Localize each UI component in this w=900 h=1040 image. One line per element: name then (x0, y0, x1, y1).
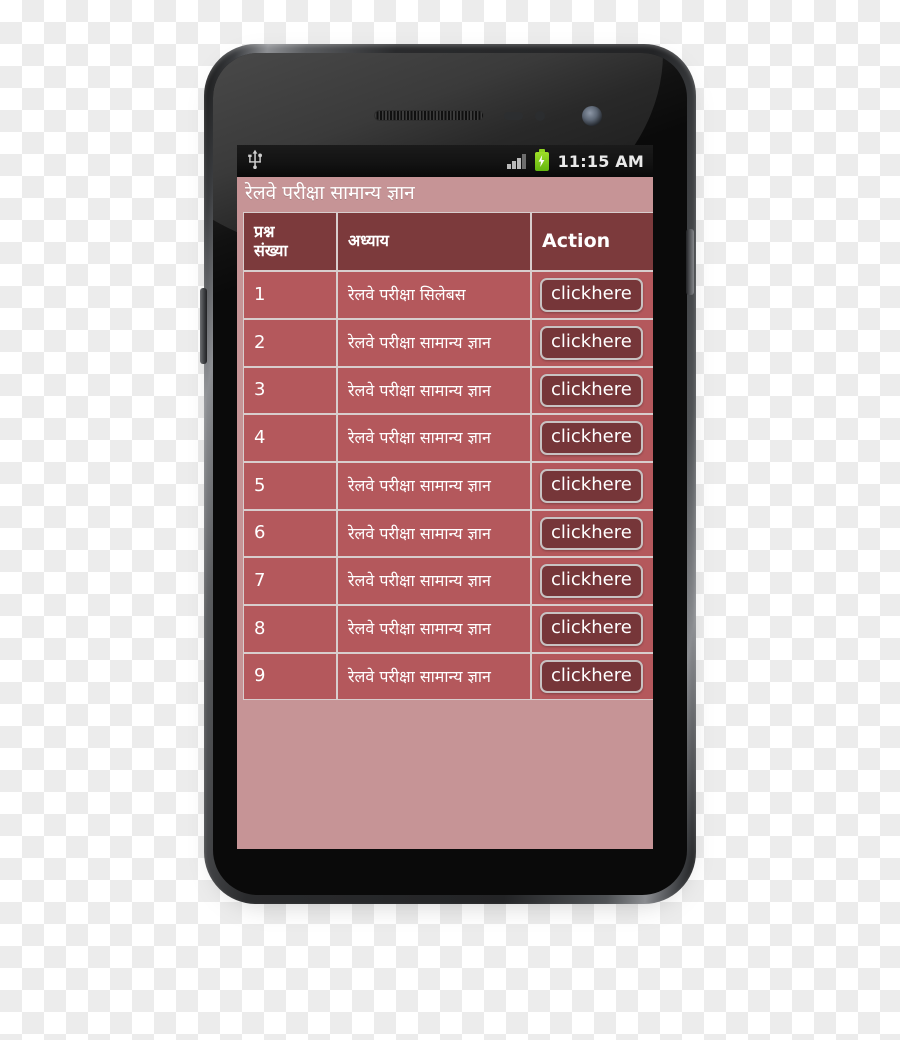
cell-action: clickhere (531, 366, 653, 415)
column-header-action: Action (531, 211, 653, 272)
cell-question-number: 4 (243, 414, 337, 462)
clickhere-button[interactable]: clickhere (540, 325, 643, 360)
column-header-question-number: प्रश्न संख्या (243, 211, 337, 272)
table-body: 1 रेलवे परीक्षा सिलेबस clickhere 2 रेलवे परी… (243, 271, 653, 701)
cell-question-number: 7 (243, 557, 337, 605)
header-num-line-2: संख्या (254, 240, 288, 260)
power-button[interactable] (686, 229, 694, 295)
phone-screen: 11:15 AM रेलवे परीक्षा सामान्य ज्ञान प्र… (237, 145, 653, 849)
table-row: 5 रेलवे परीक्षा सामान्य ज्ञान clickhere (243, 461, 653, 510)
cell-question-number: 9 (243, 652, 337, 701)
cell-action: clickhere (531, 604, 653, 653)
cell-question-number: 6 (243, 509, 337, 558)
app-title: रेलवे परीक्षा सामान्य ज्ञान (245, 182, 415, 204)
cell-chapter-name: रेलवे परीक्षा सामान्य ज्ञान (337, 509, 531, 558)
cell-action: clickhere (531, 557, 653, 605)
status-bar-clock: 11:15 AM (557, 151, 644, 171)
cell-chapter-name: रेलवे परीक्षा सामान्य ज्ञान (337, 318, 531, 367)
battery-charging-icon (534, 148, 549, 171)
cell-question-number: 5 (243, 461, 337, 510)
clickhere-button[interactable]: clickhere (540, 564, 643, 598)
table-header: प्रश्न संख्या अध्याय Action (243, 211, 653, 272)
cell-chapter-name: रेलवे परीक्षा सामान्य ज्ञान (337, 652, 531, 701)
cell-chapter-name: रेलवे परीक्षा सिलेबस (337, 271, 531, 319)
cell-action: clickhere (531, 652, 653, 701)
column-header-chapter: अध्याय (337, 211, 531, 272)
cell-question-number: 3 (243, 366, 337, 415)
status-bar: 11:15 AM (237, 145, 653, 177)
cell-question-number: 8 (243, 604, 337, 653)
clickhere-button[interactable]: clickhere (540, 659, 643, 694)
light-sensor (535, 111, 545, 121)
clickhere-button[interactable]: clickhere (540, 278, 643, 312)
clickhere-button[interactable]: clickhere (540, 611, 643, 646)
clickhere-button[interactable]: clickhere (540, 468, 643, 503)
volume-rocker-button[interactable] (200, 288, 207, 364)
app-content-area: रेलवे परीक्षा सामान्य ज्ञान प्रश्न संख्य… (237, 177, 653, 849)
table-row: 2 रेलवे परीक्षा सामान्य ज्ञान clickhere (243, 318, 653, 367)
cell-chapter-name: रेलवे परीक्षा सामान्य ज्ञान (337, 557, 531, 605)
clickhere-button[interactable]: clickhere (540, 516, 643, 551)
table-row: 6 रेलवे परीक्षा सामान्य ज्ञान clickhere (243, 509, 653, 558)
cell-question-number: 2 (243, 318, 337, 367)
table-header-row: प्रश्न संख्या अध्याय Action (243, 211, 653, 272)
cell-chapter-name: रेलवे परीक्षा सामान्य ज्ञान (337, 414, 531, 462)
cell-action: clickhere (531, 414, 653, 462)
proximity-sensor (504, 112, 523, 120)
cell-action: clickhere (531, 509, 653, 558)
chapters-table: प्रश्न संख्या अध्याय Action 1 रेलवे परीक्… (243, 211, 653, 701)
front-camera (582, 106, 602, 126)
table-row: 4 रेलवे परीक्षा सामान्य ज्ञान clickhere (243, 414, 653, 462)
status-bar-right-group: 11:15 AM (507, 148, 644, 171)
cell-action: clickhere (531, 318, 653, 367)
table-row: 7 रेलवे परीक्षा सामान्य ज्ञान clickhere (243, 557, 653, 605)
clickhere-button[interactable]: clickhere (540, 421, 643, 455)
cell-action: clickhere (531, 271, 653, 319)
header-num-line-1: प्रश्न (254, 221, 275, 241)
cell-chapter-name: रेलवे परीक्षा सामान्य ज्ञान (337, 366, 531, 415)
table-row: 8 रेलवे परीक्षा सामान्य ज्ञान clickhere (243, 604, 653, 653)
earpiece-speaker (374, 110, 484, 121)
table-row: 3 रेलवे परीक्षा सामान्य ज्ञान clickhere (243, 366, 653, 415)
signal-bars-icon (507, 153, 526, 169)
table-row: 9 रेलवे परीक्षा सामान्य ज्ञान clickhere (243, 652, 653, 701)
clickhere-button[interactable]: clickhere (540, 373, 643, 408)
cell-chapter-name: रेलवे परीक्षा सामान्य ज्ञान (337, 604, 531, 653)
table-row: 1 रेलवे परीक्षा सिलेबस clickhere (243, 271, 653, 319)
cell-chapter-name: रेलवे परीक्षा सामान्य ज्ञान (337, 461, 531, 510)
cell-action: clickhere (531, 461, 653, 510)
cell-question-number: 1 (243, 271, 337, 319)
usb-icon (247, 149, 263, 173)
